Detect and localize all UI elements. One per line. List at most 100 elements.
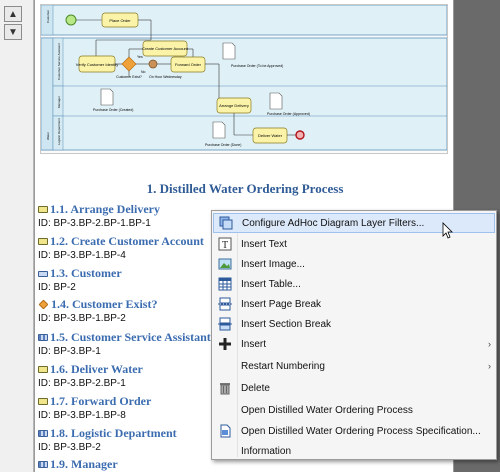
menu-item-information[interactable]: Information	[213, 441, 495, 461]
entry-id: ID: BP-3.BP-2	[38, 442, 101, 453]
entry-id: ID: BP-3.BP-1	[38, 346, 101, 357]
scroll-up-button[interactable]: ▲	[4, 6, 22, 22]
data-object-icon	[100, 88, 114, 106]
entry-forward-order: 1.7. Forward Order ID: BP-3.BP-1.BP-8	[38, 394, 151, 421]
context-menu: Configure AdHoc Diagram Layer Filters...…	[211, 210, 497, 460]
submenu-arrow-icon: ›	[488, 361, 491, 371]
task-place-order-label: Place Order	[109, 18, 131, 23]
table-icon	[218, 277, 232, 291]
menu-item-label: Information	[241, 445, 292, 457]
menu-item-insert[interactable]: Insert ›	[213, 334, 495, 354]
trash-icon	[220, 383, 230, 395]
image-icon	[218, 258, 232, 270]
page-break-icon	[218, 297, 232, 311]
entry-title[interactable]: 1.2. Create Customer Account	[50, 234, 204, 249]
left-navigation-strip: ▲ ▼	[0, 0, 34, 472]
entry-logistic-department: 1.8. Logistic Department ID: BP-3.BP-2	[38, 426, 177, 453]
menu-item-open-process[interactable]: Open Distilled Water Ordering Process	[213, 400, 495, 420]
lane-icon	[38, 430, 48, 437]
text-icon: T	[218, 237, 232, 251]
mouse-pointer-icon	[442, 222, 453, 239]
entry-create-customer-account: 1.2. Create Customer Account ID: BP-3.BP…	[38, 234, 204, 261]
empty-icon-slot	[213, 356, 237, 376]
svg-text:T: T	[222, 240, 228, 251]
scroll-down-button[interactable]: ▼	[4, 24, 22, 40]
menu-item-label: Insert Page Break	[241, 298, 322, 310]
task-icon	[38, 206, 48, 213]
pool-label-water: Water	[46, 132, 50, 140]
entry-customer-service-assistant: 1.5. Customer Service Assistant ID: BP-3…	[38, 330, 211, 357]
menu-item-open-specification[interactable]: Open Distilled Water Ordering Process Sp…	[213, 421, 495, 441]
lane-label-csa: Customer Service Assistant	[57, 43, 61, 80]
menu-item-label: Delete	[241, 382, 270, 394]
data-object-po-wait-label: Purchase Order (To be Approved)	[231, 64, 283, 68]
menu-item-insert-table[interactable]: Insert Table...	[213, 274, 495, 294]
entry-customer-exist: 1.4. Customer Exist? ID: BP-3.BP-1.BP-2	[38, 297, 157, 324]
submenu-arrow-icon: ›	[488, 339, 491, 349]
menu-item-label: Insert Section Break	[241, 318, 332, 330]
task-arrange-delivery-label: Arrange Delivery	[219, 103, 249, 108]
plus-icon	[219, 338, 231, 350]
end-event	[295, 130, 305, 140]
menu-item-label: Open Distilled Water Ordering Process Sp…	[241, 425, 481, 437]
entry-manager: 1.9. Manager	[38, 457, 118, 472]
data-object-po-approved-label: Purchase Order (Approved)	[267, 112, 310, 116]
pool-icon	[38, 270, 48, 277]
layer-filter-icon	[219, 216, 233, 230]
data-object-po-done-label: Purchase Order (Done)	[205, 143, 241, 147]
flow-label-yes: Yes	[137, 55, 143, 59]
entry-id: ID: BP-3.BP-2.BP-1	[38, 378, 126, 389]
menu-item-label: Insert Table...	[241, 278, 301, 290]
lane-icon	[38, 461, 48, 468]
entry-title[interactable]: 1.7. Forward Order	[50, 394, 151, 409]
menu-item-label: Insert Text	[241, 238, 287, 250]
flow-label-on-hour: On Hour Wednesday	[149, 75, 182, 79]
menu-item-label: Open Distilled Water Ordering Process	[241, 404, 413, 416]
entry-id: ID: BP-3.BP-2.BP-1.BP-1	[38, 218, 151, 229]
entry-customer: 1.3. Customer ID: BP-2	[38, 266, 122, 293]
menu-item-label: Configure AdHoc Diagram Layer Filters...	[242, 217, 425, 229]
task-deliver-water-label: Deliver Water	[258, 133, 283, 138]
menu-item-restart-numbering[interactable]: Restart Numbering ›	[213, 356, 495, 376]
menu-item-label: Restart Numbering	[241, 360, 325, 372]
menu-item-insert-page-break[interactable]: Insert Page Break	[213, 294, 495, 314]
entry-id: ID: BP-3.BP-1.BP-8	[38, 410, 126, 421]
task-forward-order-label: Forward Order	[175, 62, 202, 67]
lane-label-logistic: Logistic Department	[57, 118, 61, 145]
menu-item-label: Insert Image...	[241, 258, 305, 270]
menu-item-insert-image[interactable]: Insert Image...	[213, 254, 495, 274]
menu-item-label: Insert	[241, 338, 267, 350]
data-object-icon	[269, 92, 283, 110]
entry-id: ID: BP-3.BP-1.BP-2	[38, 313, 126, 324]
chevron-up-icon: ▲	[8, 8, 18, 20]
data-object-po-created-label: Purchase Order (Created)	[93, 108, 133, 112]
task-icon	[38, 238, 48, 245]
intermediate-event	[148, 59, 158, 69]
section-break-icon	[218, 317, 232, 331]
chevron-down-icon: ▼	[8, 26, 18, 38]
empty-icon-slot	[213, 400, 237, 420]
entry-title[interactable]: 1.4. Customer Exist?	[51, 297, 157, 312]
entry-title[interactable]: 1.3. Customer	[50, 266, 122, 281]
entry-title[interactable]: 1.6. Deliver Water	[50, 362, 143, 377]
entry-deliver-water: 1.6. Deliver Water ID: BP-3.BP-2.BP-1	[38, 362, 143, 389]
section-title: 1. Distilled Water Ordering Process	[146, 181, 344, 196]
task-icon	[38, 366, 48, 373]
empty-icon-slot	[213, 441, 237, 461]
bpmn-diagram-canvas: Place Order Verify Customer Identify Cus…	[40, 4, 448, 151]
entry-title[interactable]: 1.1. Arrange Delivery	[50, 202, 160, 217]
entry-title[interactable]: 1.9. Manager	[50, 457, 118, 472]
gateway-icon	[38, 299, 49, 310]
entry-arrange-delivery: 1.1. Arrange Delivery ID: BP-3.BP-2.BP-1…	[38, 202, 160, 229]
entry-title[interactable]: 1.8. Logistic Department	[50, 426, 177, 441]
menu-item-insert-section-break[interactable]: Insert Section Break	[213, 314, 495, 334]
entry-id: ID: BP-3.BP-1.BP-4	[38, 250, 126, 261]
menu-item-delete[interactable]: Delete	[213, 378, 495, 398]
lane-label-customer: Customer	[46, 10, 50, 23]
flow-label-no: No	[141, 70, 146, 74]
lane-icon	[38, 334, 48, 341]
lane-label-manager: Manager	[57, 96, 61, 108]
bpmn-diagram[interactable]: Place Order Verify Customer Identify Cus…	[40, 4, 448, 154]
data-object-icon	[212, 121, 226, 139]
entry-title[interactable]: 1.5. Customer Service Assistant	[50, 330, 211, 345]
